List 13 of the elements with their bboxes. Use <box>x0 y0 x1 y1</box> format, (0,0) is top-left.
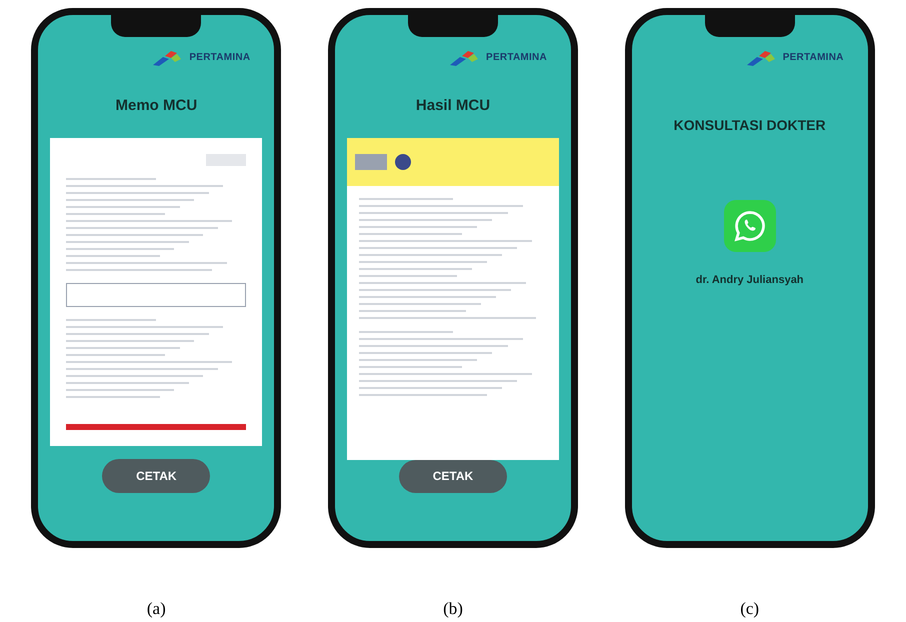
doctor-name: dr. Andry Juliansyah <box>696 273 804 288</box>
screen-title: Memo MCU <box>115 96 198 116</box>
print-button[interactable]: CETAK <box>398 460 507 493</box>
figure-caption: (c) <box>740 598 760 620</box>
print-button[interactable]: CETAK <box>102 459 210 493</box>
screen-title: KONSULTASI DOKTER <box>674 116 826 135</box>
screen-title: Hasil MCU <box>416 96 490 116</box>
figure-caption: (b) <box>443 598 463 620</box>
brand-name: PERTAMINA <box>782 50 844 64</box>
brand-name: PERTAMINA <box>189 50 250 64</box>
brand-name: PERTAMINA <box>486 50 547 64</box>
figure-caption: (a) <box>146 598 166 620</box>
whatsapp-icon[interactable] <box>724 200 776 252</box>
